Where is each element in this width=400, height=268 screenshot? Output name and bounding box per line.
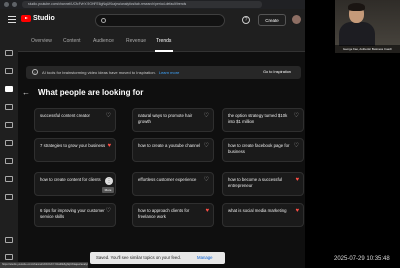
settings-icon[interactable] bbox=[5, 237, 13, 243]
sidebar bbox=[0, 32, 18, 268]
topic-card[interactable]: natural ways to promote hair growth ♡ bbox=[132, 108, 214, 132]
topic-text: how to create facebook page for business bbox=[228, 143, 290, 154]
topic-card[interactable]: how to create a youtube channel ♡ bbox=[132, 138, 214, 162]
studio-header: Studio ? Create bbox=[0, 9, 305, 32]
heart-filled-icon[interactable]: ♥ bbox=[295, 208, 299, 214]
topic-text: what is social media marketing bbox=[228, 208, 287, 213]
more-tooltip: More bbox=[102, 187, 114, 193]
tab-content[interactable]: Content bbox=[63, 38, 81, 44]
avatar[interactable] bbox=[292, 15, 301, 24]
topic-card[interactable]: successful content creator ♡ bbox=[34, 108, 116, 132]
earn-icon[interactable] bbox=[5, 158, 13, 164]
heart-filled-icon[interactable]: ♥ bbox=[295, 177, 299, 183]
tab-overview[interactable]: Overview bbox=[31, 38, 52, 44]
topic-text: 7 strategies to grow your business bbox=[40, 143, 106, 148]
topic-text: how to create a youtube channel bbox=[138, 143, 201, 148]
topic-text: the option strategy turned $10k into $1 … bbox=[228, 113, 288, 124]
topic-text: effortless customer experience bbox=[138, 177, 197, 182]
heart-outline-icon[interactable]: ♡ bbox=[204, 143, 209, 149]
manage-button[interactable]: Manage bbox=[197, 255, 213, 260]
copyright-icon[interactable] bbox=[5, 140, 13, 146]
banner-text: AI tools for brainstorming video ideas h… bbox=[42, 70, 179, 75]
tab-revenue[interactable]: Revenue bbox=[126, 38, 146, 44]
address-bar[interactable]: studio.youtube.com/channel/UCfcFvhY-9GHF… bbox=[22, 1, 262, 8]
presenter-hair bbox=[348, 3, 365, 11]
topic-card[interactable]: effortless customer experience ♡ bbox=[132, 172, 214, 196]
topic-card[interactable]: how to approach clients for freelance wo… bbox=[132, 203, 214, 227]
heart-filled-icon[interactable]: ♥ bbox=[205, 208, 209, 214]
analytics-tabs: Overview Content Audience Revenue Trends bbox=[18, 32, 305, 52]
reload-icon[interactable] bbox=[12, 2, 17, 7]
logo-text: Studio bbox=[33, 15, 55, 22]
heart-outline-icon[interactable]: ♡ bbox=[294, 113, 299, 119]
topic-card[interactable]: how to become a successful entrepreneur ♥ bbox=[222, 172, 304, 196]
snackbar-text: Saved. You'll see similar topics on your… bbox=[96, 255, 181, 260]
topic-text: how to approach clients for freelance wo… bbox=[138, 208, 190, 219]
heart-outline-icon[interactable]: ♡ bbox=[204, 177, 209, 183]
content-icon[interactable] bbox=[5, 68, 13, 74]
menu-icon[interactable] bbox=[8, 16, 16, 24]
analytics-icon[interactable] bbox=[5, 86, 13, 92]
dashboard-icon[interactable] bbox=[5, 50, 13, 56]
banner-message: AI tools for brainstorming video ideas h… bbox=[42, 70, 156, 75]
browser-toolbar: studio.youtube.com/channel/UCfcFvhY-9GHF… bbox=[0, 0, 305, 9]
tab-audience[interactable]: Audience bbox=[93, 38, 114, 44]
back-icon[interactable] bbox=[4, 2, 9, 7]
community-icon[interactable] bbox=[5, 104, 13, 110]
screen: studio.youtube.com/channel/UCfcFvhY-9GHF… bbox=[0, 0, 400, 268]
youtube-logo-icon bbox=[21, 15, 31, 22]
presenter-body bbox=[339, 22, 375, 46]
feedback-icon[interactable] bbox=[5, 254, 13, 260]
section-header: ← What people are looking for bbox=[22, 88, 143, 97]
browser-window: studio.youtube.com/channel/UCfcFvhY-9GHF… bbox=[0, 0, 305, 268]
snackbar: Saved. You'll see similar topics on your… bbox=[90, 252, 225, 264]
heart-outline-icon[interactable]: ♡ bbox=[204, 113, 209, 119]
topic-card[interactable]: how to create content for clients ⋮ More bbox=[34, 172, 116, 196]
heart-outline-icon[interactable]: ♡ bbox=[106, 113, 111, 119]
topic-card[interactable]: 7 strategies to grow your business ♥ bbox=[34, 138, 116, 162]
back-arrow-icon[interactable]: ← bbox=[22, 88, 30, 97]
create-label: Create bbox=[265, 17, 279, 23]
topic-card[interactable]: what is social media marketing ♥ bbox=[222, 203, 304, 227]
topic-text: natural ways to promote hair growth bbox=[138, 113, 193, 124]
tab-trends[interactable]: Trends bbox=[156, 38, 171, 44]
heart-filled-icon[interactable]: ♥ bbox=[107, 143, 111, 149]
studio-logo[interactable]: Studio bbox=[21, 15, 55, 22]
topic-text: successful content creator bbox=[40, 113, 90, 118]
section-title: What people are looking for bbox=[38, 88, 144, 97]
search-icon bbox=[101, 18, 106, 23]
learn-more-link[interactable]: Learn more bbox=[159, 70, 179, 75]
webcam-caption: George Kao, Authentic Business Coach bbox=[335, 45, 400, 53]
audio-library-icon[interactable] bbox=[5, 194, 13, 200]
topic-text: 6 tips for improving your customer servi… bbox=[40, 208, 105, 219]
help-icon[interactable]: ? bbox=[242, 16, 250, 24]
webcam-overlay: George Kao, Authentic Business Coach bbox=[335, 0, 400, 53]
customization-icon[interactable] bbox=[5, 176, 13, 182]
recording-timestamp: 2025-07-29 10:35:48 bbox=[334, 256, 390, 262]
topic-card[interactable]: how to create facebook page for business… bbox=[222, 138, 304, 162]
active-tab-indicator bbox=[155, 50, 173, 52]
topic-text: how to create content for clients bbox=[40, 177, 101, 182]
subtitles-icon[interactable] bbox=[5, 122, 13, 128]
heart-outline-icon[interactable]: ♡ bbox=[294, 143, 299, 149]
info-icon: i bbox=[32, 69, 38, 75]
more-options-icon[interactable]: ⋮ bbox=[105, 177, 113, 185]
topic-text: how to become a successful entrepreneur bbox=[228, 177, 282, 188]
topic-card[interactable]: 6 tips for improving your customer servi… bbox=[34, 203, 116, 227]
go-to-inspiration-button[interactable]: Go to Inspiration bbox=[258, 68, 296, 77]
create-button[interactable]: Create bbox=[258, 14, 286, 26]
topic-card[interactable]: the option strategy turned $10k into $1 … bbox=[222, 108, 304, 132]
search-input[interactable] bbox=[95, 14, 225, 27]
heart-outline-icon[interactable]: ♡ bbox=[106, 208, 111, 214]
info-banner: i AI tools for brainstorming video ideas… bbox=[26, 66, 301, 79]
link-preview-status: https://studio.youtube.com/channel/UCfcF… bbox=[0, 262, 88, 268]
